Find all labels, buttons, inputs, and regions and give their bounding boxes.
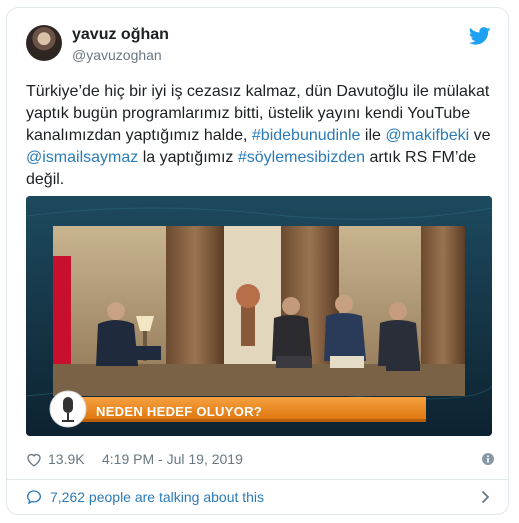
chevron-right-icon [481, 490, 490, 504]
footer-divider [7, 479, 508, 480]
conversation-count: 7,262 people are talking about this [50, 489, 265, 505]
author-handle[interactable]: @yavuzoghan [72, 47, 162, 63]
microphone-icon [63, 397, 73, 413]
tweet-text: Türkiye’de hiç bir iyi iş cezasız kalmaz… [26, 81, 494, 191]
mention-link[interactable]: @ismailsaymaz [26, 149, 138, 166]
author-display-name[interactable]: yavuz oğhan [72, 26, 169, 44]
like-count[interactable]: 13.9K [48, 451, 85, 467]
lower-third-caption: NEDEN HEDEF OLUYOR? [96, 404, 263, 419]
tweet-header: yavuz oğhan @yavuzoghan [26, 25, 491, 69]
embedded-tweet-card: yavuz oğhan @yavuzoghan Türkiye’de hiç b… [6, 7, 509, 515]
tweet-text-segment: ile [360, 127, 386, 144]
tweet-media-image[interactable]: NEDEN HEDEF OLUYOR? [26, 196, 492, 436]
tweet-text-segment: ve [469, 127, 491, 144]
tweet-timestamp[interactable]: 4:19 PM - Jul 19, 2019 [102, 451, 243, 467]
mention-link[interactable]: @makifbeki [385, 127, 469, 144]
speech-bubble-icon [26, 490, 42, 505]
avatar[interactable] [26, 25, 62, 61]
conversation-link[interactable]: 7,262 people are talking about this [26, 486, 494, 508]
heart-icon[interactable] [26, 452, 42, 467]
tweet-text-segment: la yaptığımız [138, 149, 238, 166]
tv-studio-scene [26, 196, 492, 436]
hashtag-link[interactable]: #bidebunudinle [252, 127, 361, 144]
hashtag-link[interactable]: #söylemesibizden [238, 149, 365, 166]
tweet-meta: 13.9K 4:19 PM - Jul 19, 2019 [26, 450, 494, 470]
info-icon[interactable] [482, 453, 494, 465]
twitter-bird-icon[interactable] [469, 27, 491, 45]
